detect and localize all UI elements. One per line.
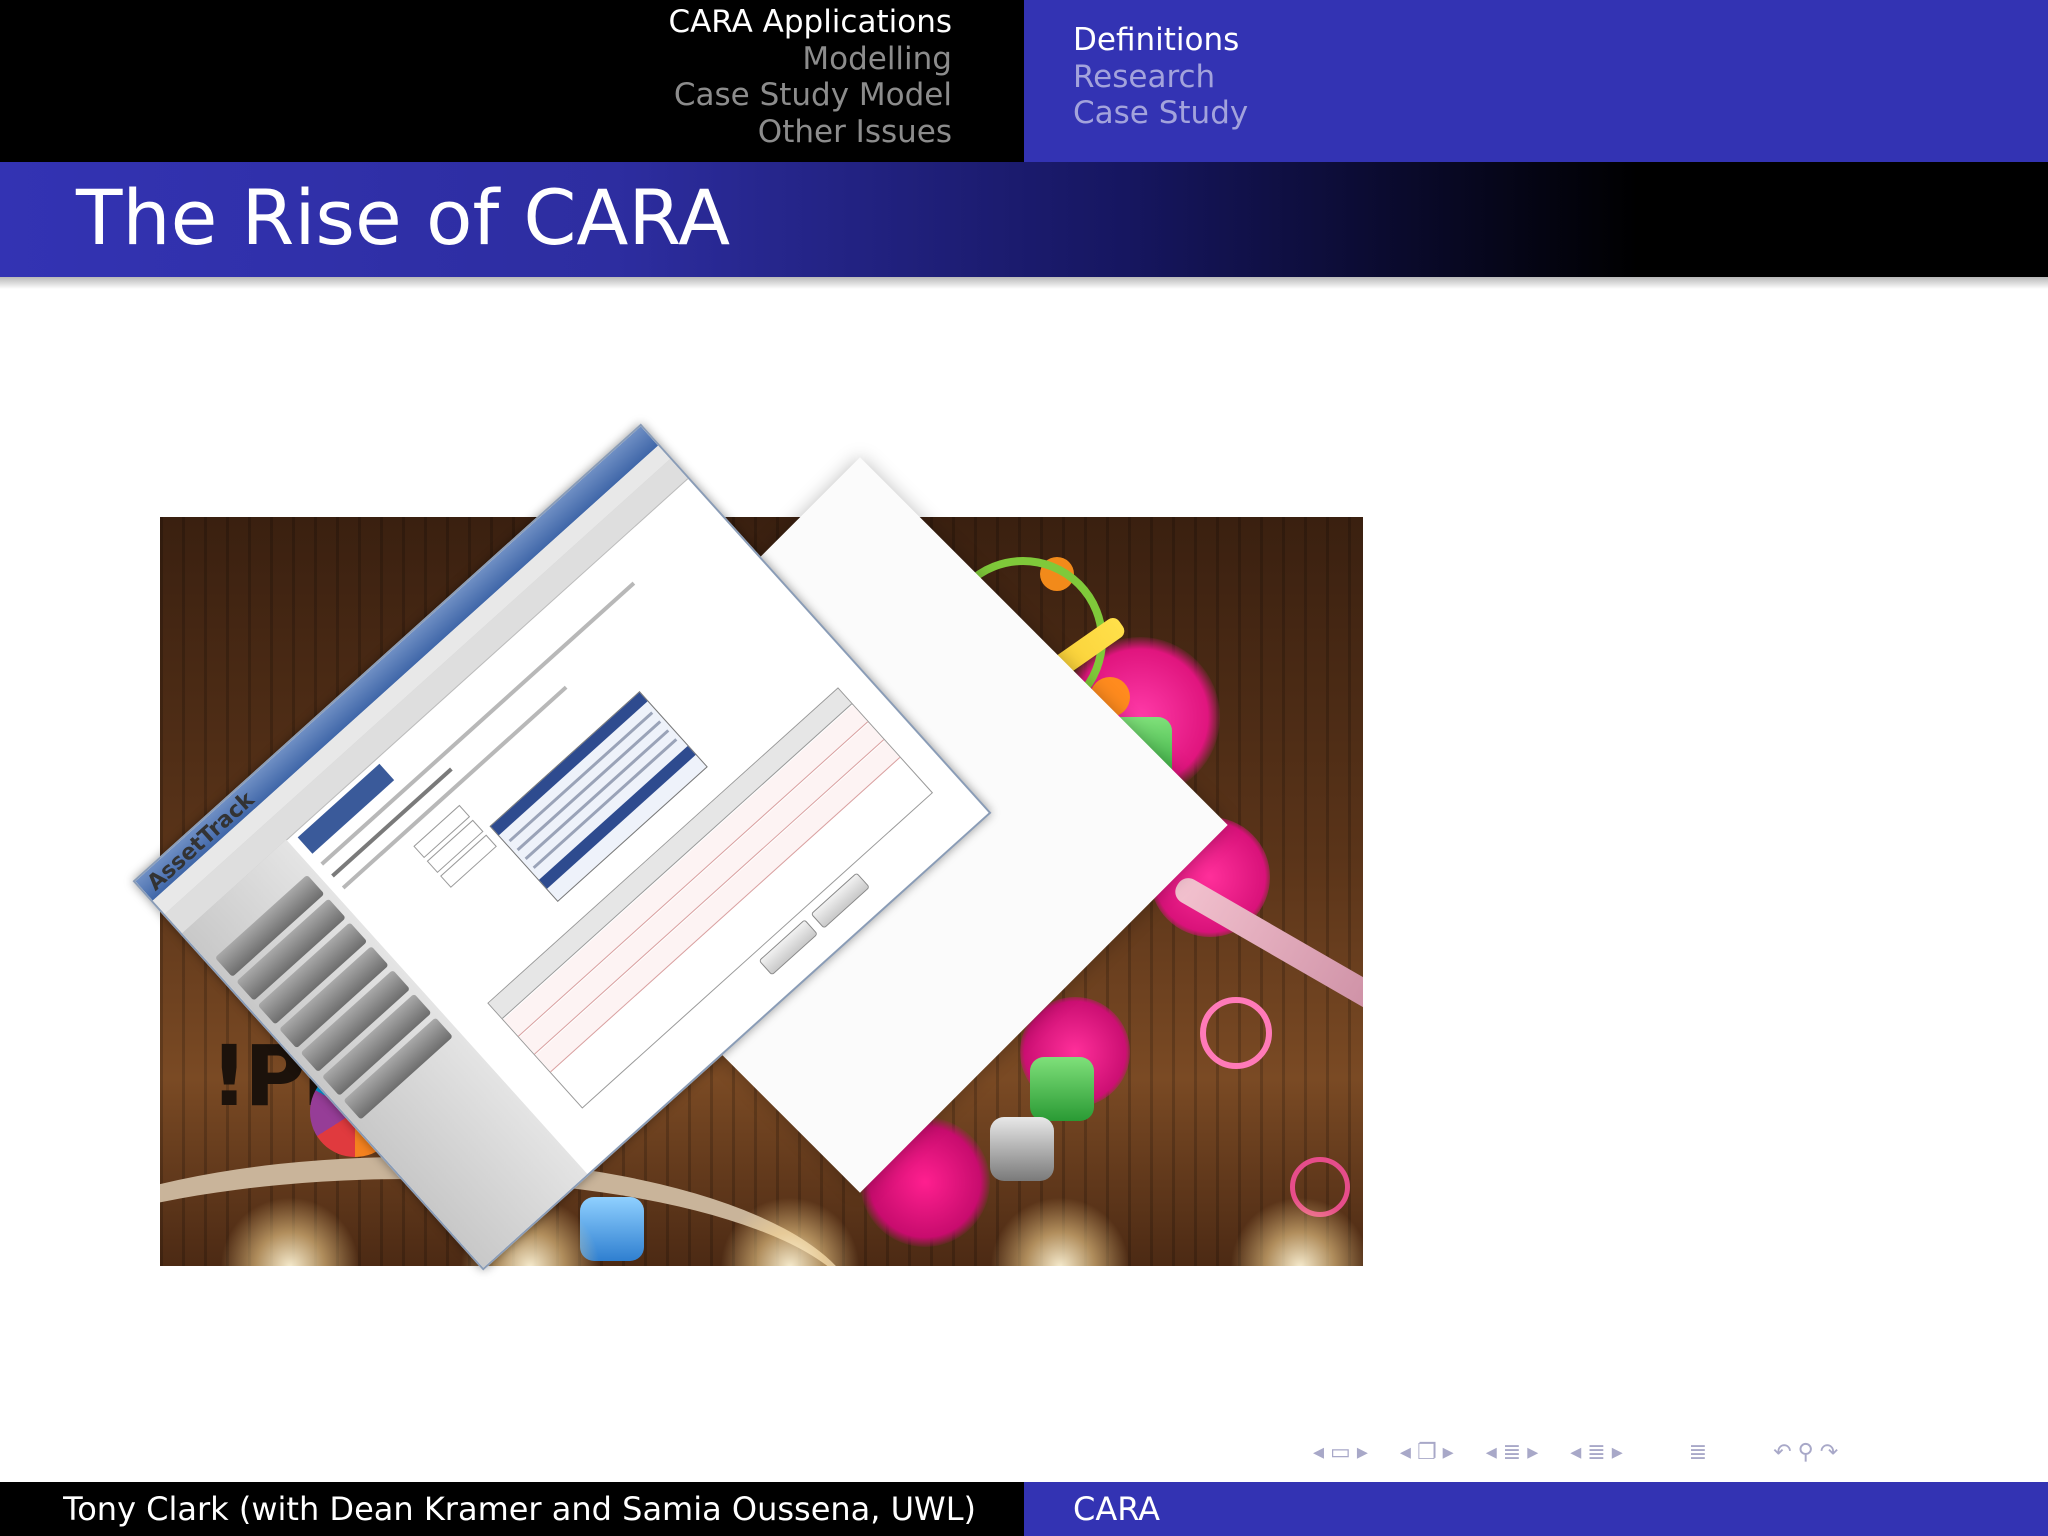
section-link-modelling[interactable]: Modelling <box>668 41 952 78</box>
stage-light <box>720 1197 860 1266</box>
section-link-case-study-model[interactable]: Case Study Model <box>668 77 952 114</box>
nav-subsection-icon[interactable]: ≣ <box>1503 1440 1521 1465</box>
footer-short-title: CARA <box>1073 1490 1161 1528</box>
nav-slide-icon[interactable]: ❐ <box>1417 1440 1437 1465</box>
header-sections-panel: CARA Applications Modelling Case Study M… <box>0 0 1024 162</box>
subsection-list: Definitions Research Case Study <box>1073 22 1248 132</box>
nav-back-icon[interactable]: ↶ <box>1773 1440 1791 1465</box>
nav-prev-frame-icon[interactable]: ◂ <box>1313 1440 1324 1465</box>
nav-next-section-icon[interactable]: ▸ <box>1612 1440 1623 1465</box>
nav-prev-slide-icon[interactable]: ◂ <box>1400 1440 1411 1465</box>
nav-next-frame-icon[interactable]: ▸ <box>1357 1440 1368 1465</box>
phone-app-icon <box>1030 1057 1094 1121</box>
section-list: CARA Applications Modelling Case Study M… <box>668 4 952 150</box>
subsection-link-definitions[interactable]: Definitions <box>1073 22 1248 59</box>
subsection-link-case-study[interactable]: Case Study <box>1073 95 1248 132</box>
camera-app-icon <box>990 1117 1054 1181</box>
frame-title-bar: The Rise of CARA <box>0 162 2048 277</box>
title-shadow <box>0 277 2048 289</box>
stage-light <box>1230 1197 1363 1266</box>
nav-next-slide-icon[interactable]: ▸ <box>1443 1440 1454 1465</box>
footer-title-panel: CARA <box>1024 1482 2048 1536</box>
footer-author-panel: Tony Clark (with Dean Kramer and Samia O… <box>0 1482 1024 1536</box>
slide-title: The Rise of CARA <box>76 173 731 262</box>
beamer-navigation-bar: ◂ ▭ ▸ ◂ ❐ ▸ ◂ ≣ ▸ ◂ ≣ ▸ ≣ ↶ ⚲ ↷ <box>1310 1436 1841 1468</box>
header-subsections-panel: Definitions Research Case Study <box>1024 0 2048 162</box>
subsection-link-research[interactable]: Research <box>1073 59 1248 96</box>
nav-search-icon[interactable]: ⚲ <box>1798 1440 1814 1465</box>
nav-prev-section-icon[interactable]: ◂ <box>1570 1440 1581 1465</box>
section-link-cara-applications[interactable]: CARA Applications <box>668 4 952 41</box>
nav-forward-icon[interactable]: ↷ <box>1820 1440 1838 1465</box>
pink-streak <box>1170 873 1363 1027</box>
section-link-other-issues[interactable]: Other Issues <box>668 114 952 151</box>
nav-next-subsection-icon[interactable]: ▸ <box>1527 1440 1538 1465</box>
nav-prev-subsection-icon[interactable]: ◂ <box>1486 1440 1497 1465</box>
nav-frame-icon[interactable]: ▭ <box>1330 1440 1351 1465</box>
pink-ring <box>1200 997 1272 1069</box>
footer-author: Tony Clark (with Dean Kramer and Samia O… <box>63 1490 976 1528</box>
nav-appendix-icon[interactable]: ≣ <box>1689 1440 1707 1465</box>
list-row <box>532 738 678 869</box>
nav-section-icon[interactable]: ≣ <box>1587 1440 1605 1465</box>
stage-light <box>990 1197 1130 1266</box>
